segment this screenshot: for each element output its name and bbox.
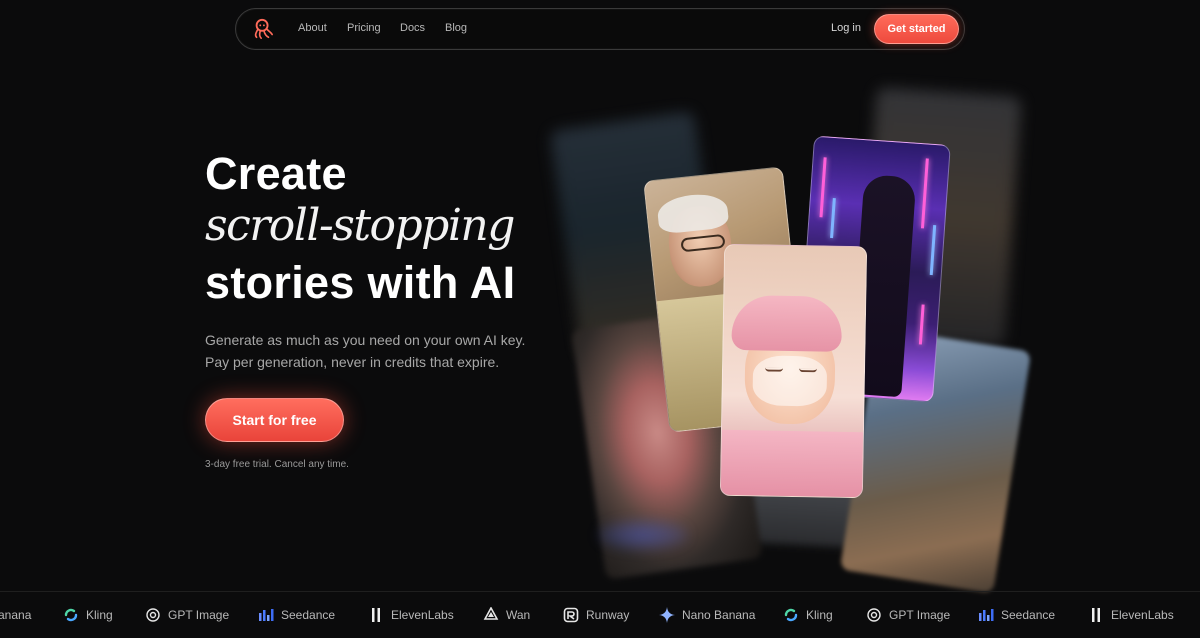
stove-flame-glow bbox=[598, 520, 688, 550]
kling-icon bbox=[64, 608, 78, 622]
card-spa-video bbox=[719, 243, 868, 499]
nano-banana-icon bbox=[659, 607, 675, 623]
ticker-item-gpt-image: GPT Image bbox=[889, 608, 951, 622]
elevenlabs-icon bbox=[1092, 608, 1100, 622]
openai-icon bbox=[867, 608, 881, 622]
wan-icon bbox=[483, 607, 499, 620]
spa-eye bbox=[764, 367, 784, 372]
runway-icon bbox=[563, 607, 579, 623]
neon-light bbox=[830, 197, 836, 239]
ticker-item-nano-banana-partial: anana bbox=[0, 608, 32, 622]
ticker-item-seedance: Seedance bbox=[281, 608, 336, 622]
ticker-item-wan: Wan bbox=[506, 608, 531, 622]
spa-face-mask bbox=[752, 355, 828, 407]
trial-note: 3-day free trial. Cancel any time. bbox=[205, 459, 349, 470]
hero-subtitle-line-1: Generate as much as you need on your own… bbox=[205, 332, 526, 348]
elevenlabs-icon bbox=[372, 608, 380, 622]
hero-title-line-3: stories with AI bbox=[205, 257, 516, 308]
openai-icon bbox=[146, 608, 160, 622]
model-ticker: anana Kling GPT Image Seedance ElevenLab… bbox=[0, 591, 1200, 638]
hero-subtitle-line-2: Pay per generation, never in credits tha… bbox=[205, 354, 500, 370]
ticker-item-kling: Kling bbox=[86, 608, 113, 622]
nav-link-about[interactable]: About bbox=[298, 22, 327, 34]
seedance-icon bbox=[979, 609, 994, 621]
nav-link-pricing[interactable]: Pricing bbox=[347, 22, 381, 34]
ticker-item-seedance: Seedance bbox=[1001, 608, 1056, 622]
top-nav: About Pricing Docs Blog Log in Get start… bbox=[235, 8, 965, 50]
hero-title-line-1: Create bbox=[205, 148, 347, 199]
neon-light bbox=[920, 158, 929, 229]
ticker-item-kling: Kling bbox=[806, 608, 833, 622]
neon-light bbox=[819, 157, 827, 218]
spa-eye bbox=[798, 368, 818, 373]
nav-link-blog[interactable]: Blog bbox=[445, 22, 467, 34]
start-for-free-button[interactable]: Start for free bbox=[205, 398, 344, 442]
nav-link-docs[interactable]: Docs bbox=[400, 22, 425, 34]
get-started-button[interactable]: Get started bbox=[874, 14, 959, 44]
ticker-item-elevenlabs: ElevenLabs bbox=[391, 608, 454, 622]
hero-title-line-2: scroll-stopping bbox=[205, 200, 515, 251]
neon-light bbox=[929, 225, 937, 276]
octopus-logo-icon[interactable] bbox=[252, 18, 274, 40]
seedance-icon bbox=[259, 609, 274, 621]
spa-blanket bbox=[720, 429, 865, 499]
kling-icon bbox=[784, 608, 798, 622]
ticker-item-gpt-image: GPT Image bbox=[168, 608, 230, 622]
spa-towel bbox=[731, 294, 843, 352]
ticker-item-nano-banana: Nano Banana bbox=[682, 608, 756, 622]
neon-light bbox=[918, 304, 925, 345]
ticker-item-elevenlabs: ElevenLabs bbox=[1111, 608, 1174, 622]
ticker-item-runway: Runway bbox=[586, 608, 630, 622]
login-link[interactable]: Log in bbox=[831, 22, 861, 34]
